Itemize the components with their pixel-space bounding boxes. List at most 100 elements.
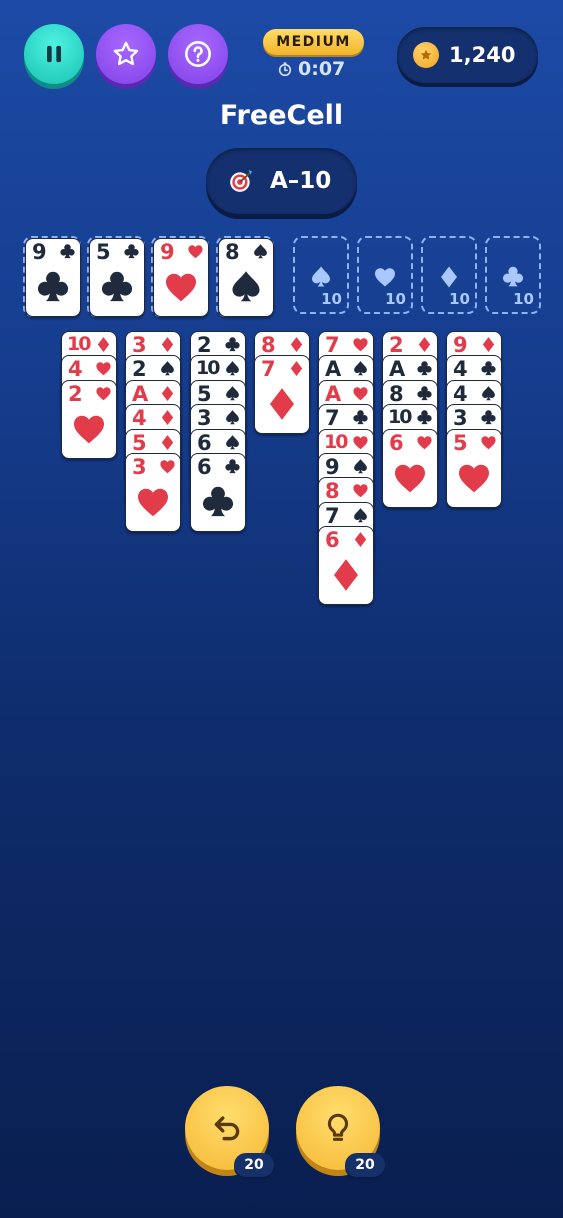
diamond-icon <box>161 337 174 352</box>
club-icon <box>37 271 69 302</box>
goal-indicator: A–10 <box>206 148 357 214</box>
club-icon <box>502 266 524 287</box>
undo-count-badge: 20 <box>234 1153 274 1177</box>
card-rank: 6 <box>197 430 212 455</box>
card-rank: 8 <box>261 333 276 357</box>
card-8-of-spades[interactable]: 8 <box>218 238 274 317</box>
club-icon <box>417 386 432 400</box>
card-rank: 8 <box>389 381 404 406</box>
heart-icon <box>138 488 168 517</box>
help-button[interactable] <box>168 24 228 84</box>
pause-icon <box>47 45 61 63</box>
foundation-count: 10 <box>513 290 534 308</box>
heart-icon <box>459 464 489 492</box>
card-rank: 3 <box>453 406 468 431</box>
diamond-icon <box>97 337 110 352</box>
heart-icon <box>160 460 175 474</box>
foundation-diamonds[interactable]: 10 <box>421 236 477 314</box>
diamond-icon <box>482 337 495 352</box>
card-rank: 4 <box>453 381 468 406</box>
spade-icon <box>226 410 239 425</box>
card-6-of-clubs[interactable]: 6 <box>190 453 246 532</box>
heart-icon <box>353 387 368 401</box>
club-icon <box>417 361 432 376</box>
diamond-icon <box>334 559 358 591</box>
heart-icon <box>353 435 368 449</box>
diamond-icon <box>418 337 431 352</box>
card-rank: A <box>325 381 342 406</box>
difficulty-badge: MEDIUM <box>263 29 364 55</box>
spade-icon <box>226 361 239 376</box>
heart-icon <box>375 268 395 287</box>
diamond-icon <box>270 388 294 421</box>
foundation-count: 10 <box>385 290 406 308</box>
card-rank: 7 <box>261 357 276 382</box>
spade-icon <box>312 266 330 287</box>
game-timer: 0:07 <box>277 57 345 81</box>
card-rank: 2 <box>389 333 404 357</box>
heart-icon <box>353 338 368 352</box>
card-rank: 9 <box>32 240 47 264</box>
club-icon <box>124 244 139 259</box>
card-3-of-hearts[interactable]: 3 <box>125 453 181 532</box>
card-rank: 6 <box>325 528 340 553</box>
card-5-of-clubs[interactable]: 5 <box>89 238 145 317</box>
club-icon <box>202 486 234 517</box>
card-rank: 8 <box>225 240 240 264</box>
card-rank: 4 <box>68 357 83 382</box>
foundation-clubs[interactable]: 10 <box>485 236 541 314</box>
hint-count-badge: 20 <box>345 1153 385 1177</box>
card-rank: 10 <box>324 430 348 453</box>
card-6-of-diamonds[interactable]: 6 <box>318 526 374 606</box>
club-icon <box>417 410 432 425</box>
foundation-count: 10 <box>449 290 470 308</box>
spade-icon <box>482 385 495 401</box>
heart-icon <box>417 435 432 449</box>
club-icon <box>225 337 240 352</box>
card-rank: 8 <box>325 479 340 504</box>
diamond-icon <box>290 361 303 377</box>
coin-balance[interactable]: 1,240 <box>397 27 538 83</box>
heart-icon <box>96 387 111 401</box>
card-6-of-hearts[interactable]: 6 <box>382 428 438 508</box>
diamond-icon <box>161 385 174 401</box>
club-icon <box>225 459 240 474</box>
card-rank: 3 <box>197 406 212 431</box>
lightbulb-icon <box>327 1113 349 1141</box>
card-rank: 9 <box>453 333 468 357</box>
diamond-icon <box>354 532 367 548</box>
diamond-icon <box>290 337 303 352</box>
spade-icon <box>226 385 239 401</box>
card-rank: 5 <box>453 430 468 455</box>
spade-icon <box>226 434 239 449</box>
heart-icon <box>188 245 203 259</box>
foundation-spades[interactable]: 10 <box>293 236 349 314</box>
spade-icon <box>254 244 267 259</box>
diamond-icon <box>161 434 174 450</box>
heart-icon <box>96 362 111 376</box>
card-rank: 9 <box>325 455 340 479</box>
spade-icon <box>354 361 367 376</box>
heart-icon <box>481 435 496 449</box>
card-5-of-hearts[interactable]: 5 <box>446 428 502 508</box>
card-9-of-hearts[interactable]: 9 <box>153 238 209 317</box>
card-rank: 10 <box>67 333 91 355</box>
favorite-button[interactable] <box>96 24 156 84</box>
card-rank: 5 <box>197 381 212 406</box>
card-7-of-diamonds[interactable]: 7 <box>254 355 310 435</box>
heart-icon <box>166 273 196 302</box>
card-9-of-clubs[interactable]: 9 <box>25 238 81 317</box>
question-icon <box>185 41 211 67</box>
foundation-hearts[interactable]: 10 <box>357 236 413 314</box>
card-2-of-hearts[interactable]: 2 <box>61 379 117 459</box>
spade-icon <box>161 361 174 376</box>
card-rank: 10 <box>388 406 412 429</box>
star-icon <box>113 41 139 66</box>
pause-button[interactable] <box>24 24 84 84</box>
club-icon <box>353 410 368 425</box>
card-rank: 7 <box>325 333 340 357</box>
club-icon <box>481 361 496 376</box>
card-rank: A <box>389 357 406 382</box>
card-rank: 5 <box>132 430 147 455</box>
coin-icon <box>413 42 439 68</box>
